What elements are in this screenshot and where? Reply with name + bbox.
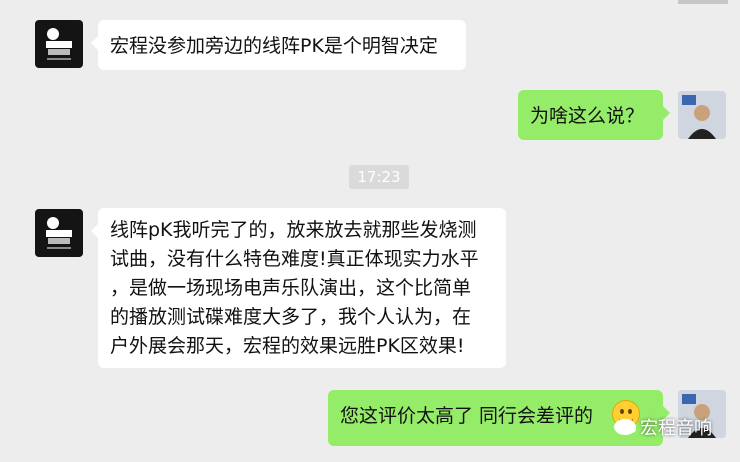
avatar-partial-top [678,0,728,4]
watermark: 宏程音响 [614,414,712,440]
logo-icon [46,28,72,60]
message-text: 您这评价太高了 同行会差评的 [340,405,594,427]
message-bubble-incoming[interactable]: 线阵pK我听完了的，放来放去就那些发烧测 试曲，没有什么特色难度!真正体现实力水… [91,208,506,368]
logo-icon [46,217,72,249]
timestamp: 17:23 [349,165,409,189]
message-line: 试曲，没有什么特色难度!真正体现实力水平 [110,248,479,270]
message-bubble-incoming[interactable]: 宏程没参加旁边的线阵PK是个明智决定 [91,20,466,70]
wechat-icon [614,419,636,435]
message-line: 线阵pK我听完了的，放来放去就那些发烧测 [110,219,477,241]
message-text: 宏程没参加旁边的线阵PK是个明智决定 [110,35,438,57]
person-photo-icon [678,91,726,139]
message-line: 户外展会那天，宏程的效果远胜PK区效果! [110,335,465,357]
message-line: 的播放测试碟难度大多了，我个人认为，在 [110,306,472,328]
contact-avatar[interactable] [35,20,83,68]
watermark-text: 宏程音响 [640,418,712,439]
message-text: 为啥这么说？ [530,105,645,127]
message-line: ，是做一场现场电声乐队演出，这个比简单 [110,277,472,299]
user-avatar[interactable] [678,91,726,139]
message-bubble-outgoing[interactable]: 为啥这么说？ [518,90,670,140]
contact-avatar[interactable] [35,209,83,257]
